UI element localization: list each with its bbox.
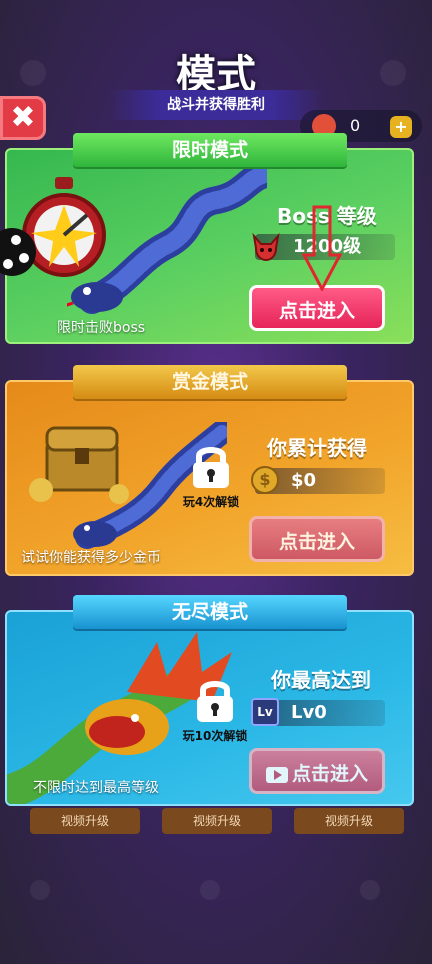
snake-illustration <box>67 165 267 314</box>
coin-count: 0 <box>350 116 361 135</box>
endless-mode-banner: 无尽模式 <box>73 595 347 629</box>
level-badge: Lv <box>251 698 279 726</box>
devil-icon <box>252 232 280 262</box>
endless-value: Lv0 <box>291 702 327 723</box>
down-arrow-icon <box>302 205 342 291</box>
bounty-value: $0 <box>291 470 317 491</box>
endless-mode-caption: 不限时达到最高等级 <box>33 780 159 796</box>
endless-mode-card: 不限时达到最高等级 你最高达到 Lv Lv0 点击进入 玩10次解锁 <box>5 610 414 806</box>
bounty-earned-label: 你累计获得 <box>267 436 367 460</box>
bounty-mode-banner: 赏金模式 <box>73 365 347 399</box>
close-button[interactable]: ✖ <box>0 96 46 140</box>
video-icon <box>265 766 288 783</box>
timed-mode-enter-button[interactable]: 点击进入 <box>249 285 385 331</box>
add-coins-button[interactable]: + <box>390 116 412 138</box>
endless-enter-label: 点击进入 <box>291 763 368 785</box>
coin-icon: $ <box>251 466 279 494</box>
timed-mode-card: 限时击败boss Boss 等级 1200级 点击进入 <box>5 148 414 344</box>
bounty-mode-card: 试试你能获得多少金币 你累计获得 $ $0 点击进入 玩4次解锁 <box>5 380 414 576</box>
timed-mode-caption: 限时击败boss <box>57 320 146 336</box>
bounty-mode-caption: 试试你能获得多少金币 <box>21 550 161 566</box>
endless-mode-enter-button[interactable]: 点击进入 <box>249 748 385 794</box>
bounty-lock: 玩4次解锁 <box>171 442 251 510</box>
video-upgrade-button[interactable]: 视频升级 <box>30 808 140 834</box>
video-upgrade-button[interactable]: 视频升级 <box>294 808 404 834</box>
timed-mode-banner: 限时模式 <box>73 133 347 167</box>
endless-lock: 玩10次解锁 <box>175 676 255 744</box>
video-upgrade-button[interactable]: 视频升级 <box>162 808 272 834</box>
spike-ball-icon <box>0 228 36 276</box>
lock-icon <box>193 447 229 488</box>
page-subtitle: 战斗并获得胜利 <box>108 90 324 120</box>
bounty-lock-text: 玩4次解锁 <box>182 495 240 509</box>
bounty-mode-enter-button[interactable]: 点击进入 <box>249 516 385 562</box>
endless-lock-text: 玩10次解锁 <box>182 729 248 743</box>
endless-highest-label: 你最高达到 <box>271 668 371 692</box>
lock-icon <box>197 681 233 722</box>
